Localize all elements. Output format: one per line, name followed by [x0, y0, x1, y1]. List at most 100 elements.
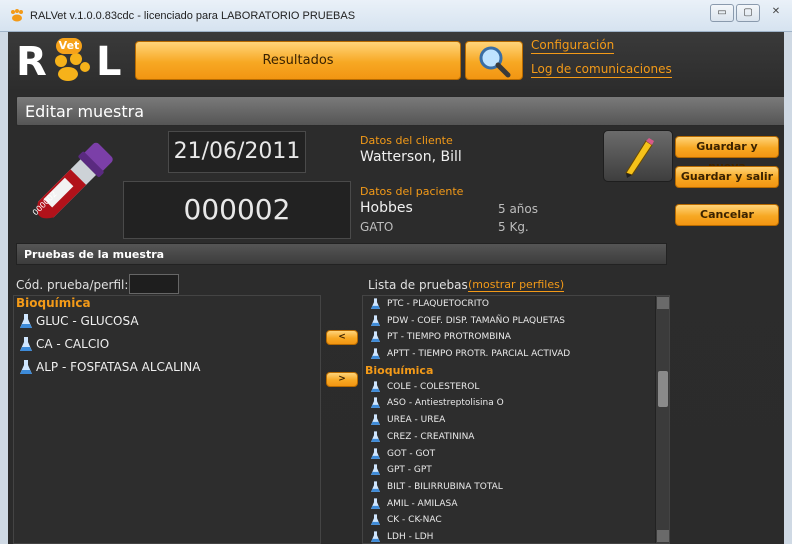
selected-test-label: ALP - FOSFATASA ALCALINA — [36, 360, 201, 374]
list-item[interactable]: UREA - UREA — [363, 412, 669, 429]
patient-name: Hobbes — [360, 200, 413, 216]
flask-icon — [371, 381, 380, 392]
cancel-button[interactable]: Cancelar — [675, 204, 779, 226]
flask-icon — [371, 414, 380, 425]
list-item[interactable]: GLUC - GLUCOSA — [14, 310, 320, 333]
list-item[interactable]: AMIL - AMILASA — [363, 496, 669, 513]
flask-icon — [371, 298, 380, 309]
add-test-button[interactable]: > — [326, 372, 358, 387]
config-link[interactable]: Configuración — [531, 38, 615, 54]
list-item[interactable]: COLE - COLESTEROL — [363, 379, 669, 396]
list-item[interactable]: GPT - GPT — [363, 462, 669, 479]
scroll-thumb[interactable] — [658, 371, 668, 407]
logo-letter-l: L — [96, 39, 122, 85]
list-item[interactable]: CK - CK-NAC — [363, 512, 669, 529]
flask-icon — [371, 514, 380, 526]
list-item[interactable]: PDW - COEF. DISP. TAMAÑO PLAQUETAS — [363, 313, 669, 330]
flask-icon — [371, 331, 380, 343]
flask-icon — [20, 314, 32, 328]
available-test-label: LDH - LDH — [387, 531, 434, 542]
list-item[interactable]: PTC - PLAQUETOCRITO — [363, 296, 669, 313]
minimize-button[interactable]: ▭ — [710, 4, 734, 22]
sample-tube-icon: 000002 — [31, 142, 113, 219]
available-test-label: AMIL - AMILASA — [387, 498, 458, 509]
patient-age: 5 años — [498, 202, 539, 216]
scroll-up-arrow-icon[interactable] — [657, 297, 669, 309]
available-test-label: PDW - COEF. DISP. TAMAÑO PLAQUETAS — [387, 315, 566, 326]
remove-test-button[interactable]: < — [326, 330, 358, 345]
flask-icon — [371, 497, 380, 509]
section-header: Editar muestra — [16, 96, 784, 126]
logo-letter-r: R — [16, 39, 47, 85]
ralvet-logo: R Vet L — [16, 38, 126, 82]
flask-icon — [371, 481, 380, 492]
test-list-label: Lista de pruebas — [368, 278, 468, 292]
list-item[interactable]: APTT - TIEMPO PROTR. PARCIAL ACTIVAD — [363, 346, 669, 363]
available-test-label: CK - CK-NAC — [387, 515, 442, 526]
list-item[interactable]: BILT - BILIRRUBINA TOTAL — [363, 479, 669, 496]
flask-icon — [371, 348, 380, 359]
available-test-label: CREZ - CREATININA — [387, 431, 475, 442]
list-scrollbar[interactable] — [655, 296, 669, 543]
flask-icon — [371, 531, 380, 542]
patient-species: GATO — [360, 220, 394, 234]
page-title: Editar muestra — [25, 102, 145, 121]
window-title: RALVet v.1.0.0.83cdc - licenciado para L… — [30, 10, 356, 22]
sample-id: 000002 — [123, 181, 351, 239]
list-item[interactable]: ASO - Antiestreptolisina O — [363, 395, 669, 412]
show-profiles-link[interactable]: (mostrar perfiles) — [468, 278, 565, 292]
sample-date: 21/06/2011 — [168, 131, 306, 173]
list-item[interactable]: CREZ - CREATININA — [363, 429, 669, 446]
available-test-label: ASO - Antiestreptolisina O — [387, 398, 504, 409]
client-name: Watterson, Bill — [360, 149, 462, 165]
window-border-left — [0, 32, 8, 544]
available-group-title: Bioquímica — [365, 363, 434, 377]
save-and-exit-button[interactable]: Guardar y salir — [675, 166, 779, 188]
search-icon — [479, 46, 511, 78]
patient-weight: 5 Kg. — [498, 220, 529, 234]
pencil-icon — [625, 138, 654, 178]
client-label: Datos del cliente — [360, 134, 453, 147]
available-test-label: GPT - GPT — [387, 465, 432, 476]
search-button[interactable] — [465, 41, 523, 80]
selected-test-label: CA - CALCIO — [36, 337, 110, 351]
list-item[interactable]: PT - TIEMPO PROTROMBINA — [363, 329, 669, 346]
available-tests-list[interactable]: PTC - PLAQUETOCRITO PDW - COEF. DISP. TAM… — [362, 295, 670, 544]
flask-icon — [371, 431, 380, 442]
list-item[interactable]: LDH - LDH — [363, 529, 669, 543]
logo-vet-badge: Vet — [56, 38, 82, 54]
selected-tests-list[interactable]: Bioquímica GLUC - GLUCOSA CA - CALCIO AL… — [13, 295, 321, 544]
available-test-label: GOT - GOT — [387, 448, 436, 459]
test-code-label: Cód. prueba/perfil: — [16, 278, 129, 292]
flask-icon — [371, 447, 380, 459]
list-item[interactable]: CA - CALCIO — [14, 333, 320, 356]
window-titlebar: RALVet v.1.0.0.83cdc - licenciado para L… — [0, 0, 792, 32]
available-test-label: APTT - TIEMPO PROTR. PARCIAL ACTIVAD — [387, 349, 571, 360]
list-item[interactable]: GOT - GOT — [363, 446, 669, 463]
patient-label: Datos del paciente — [360, 185, 464, 198]
flask-icon — [371, 397, 380, 409]
selected-test-label: GLUC - GLUCOSA — [36, 314, 139, 328]
maximize-button[interactable]: ▢ — [736, 4, 760, 22]
window-border-right — [784, 32, 792, 544]
tests-section-bar: Pruebas de la muestra — [16, 243, 667, 265]
available-test-label: UREA - UREA — [387, 415, 446, 426]
paw-app-icon — [11, 9, 23, 22]
selected-group-title: Bioquímica — [16, 296, 91, 310]
comm-log-link[interactable]: Log de comunicaciones — [531, 62, 672, 78]
available-test-label: PTC - PLAQUETOCRITO — [387, 299, 490, 309]
flask-icon — [20, 337, 32, 351]
available-test-label: BILT - BILIRRUBINA TOTAL — [387, 481, 503, 492]
app-area: R Vet L Resultados Configuración Log de … — [8, 32, 784, 544]
test-code-input[interactable] — [129, 274, 179, 294]
flask-icon — [20, 360, 32, 374]
available-test-label: PT - TIEMPO PROTROMBINA — [387, 332, 511, 343]
scroll-down-arrow-icon[interactable] — [657, 530, 669, 542]
close-button[interactable]: ✕ — [762, 4, 790, 22]
edit-client-button[interactable] — [603, 130, 673, 182]
tests-section-title: Pruebas de la muestra — [24, 248, 165, 261]
flask-icon — [371, 315, 380, 326]
results-tab-button[interactable]: Resultados — [135, 41, 461, 80]
list-item[interactable]: ALP - FOSFATASA ALCALINA — [14, 356, 320, 379]
save-and-new-button[interactable]: Guardar y nueva — [675, 136, 779, 173]
